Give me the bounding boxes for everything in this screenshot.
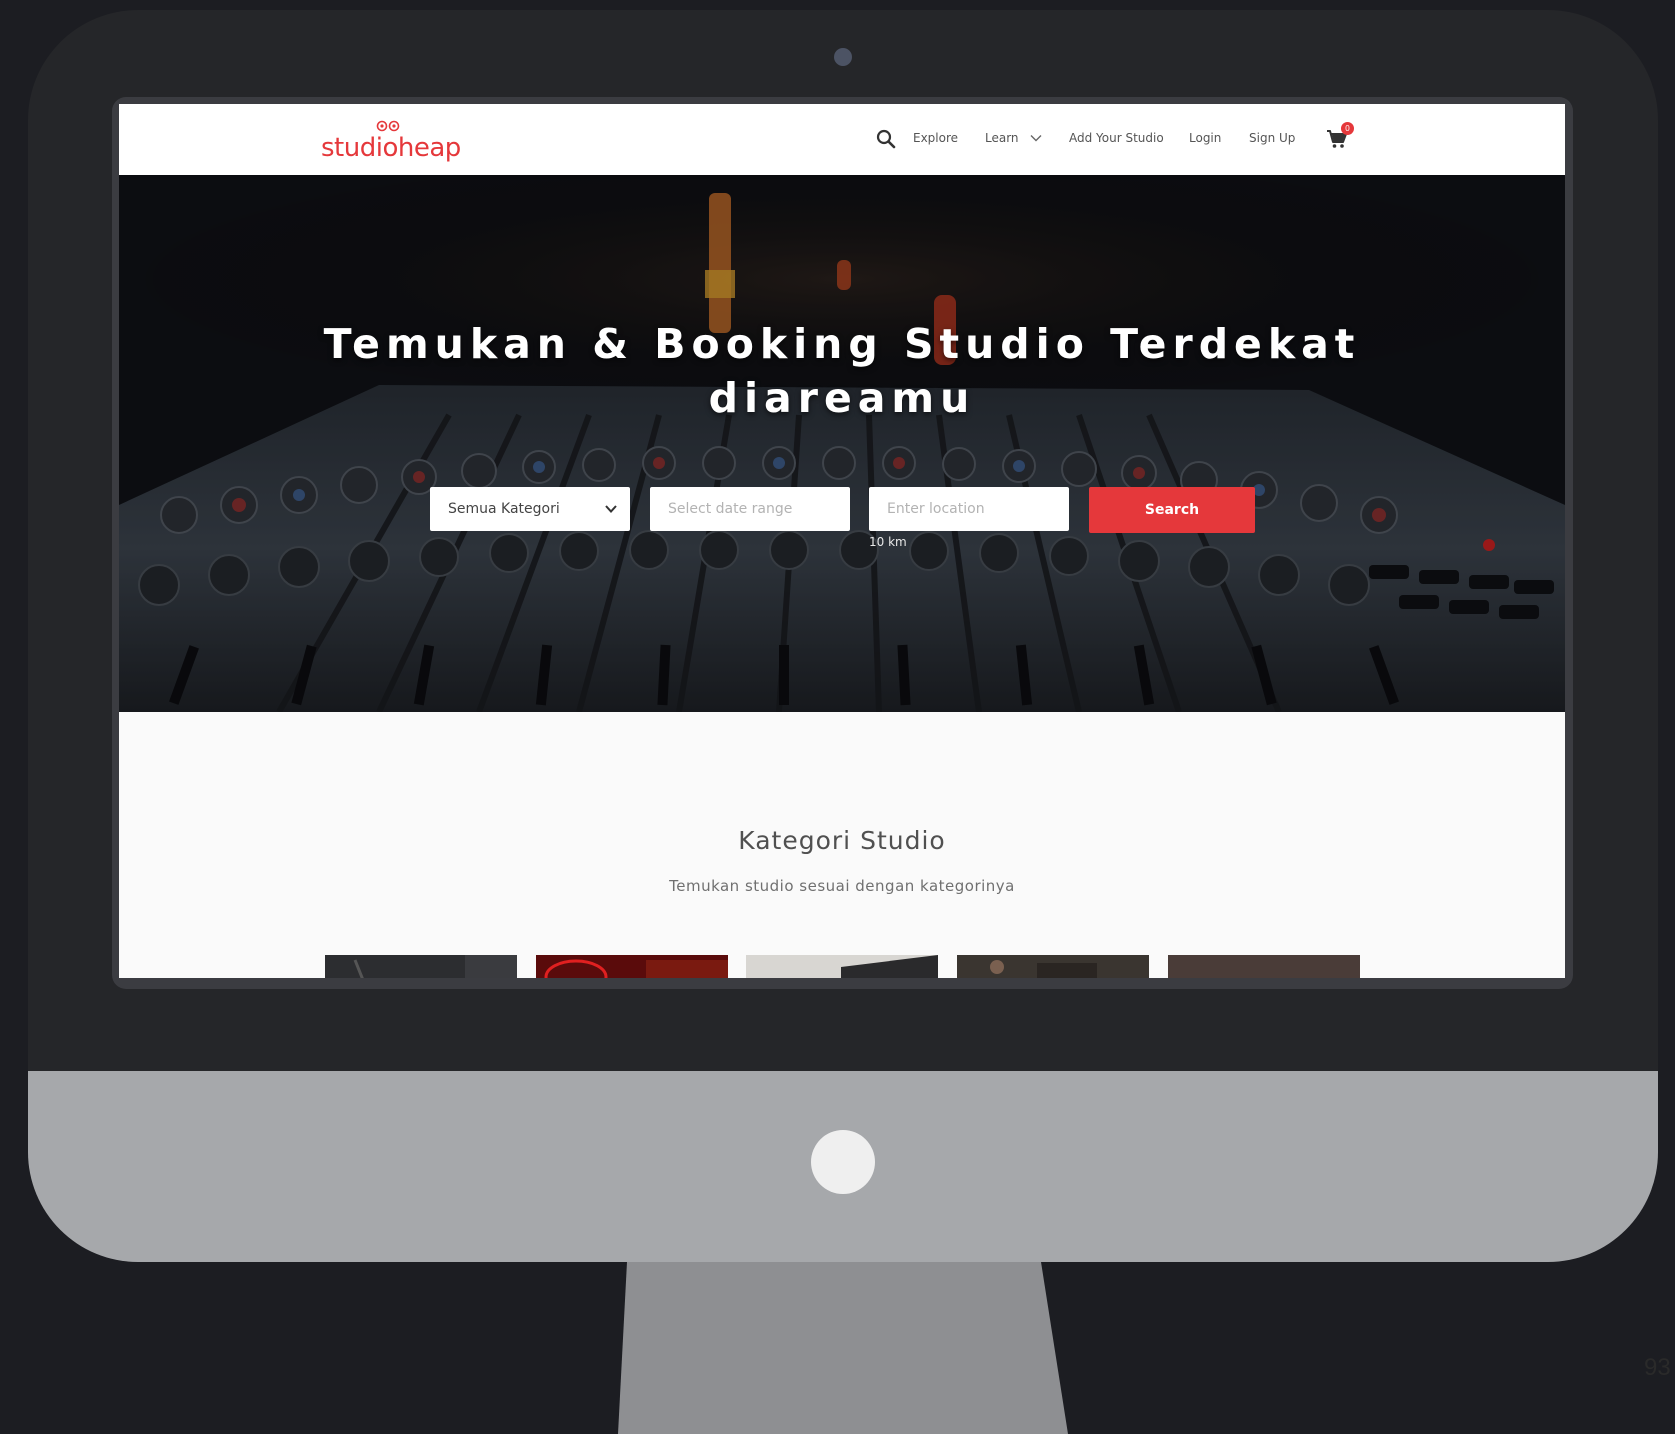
category-card[interactable] [957,955,1149,978]
search-button[interactable]: Search [1089,487,1255,533]
hero-title-line1: Temukan & Booking Studio Terdekat [323,320,1361,368]
nav-login[interactable]: Login [1189,131,1221,145]
category-card[interactable] [1168,955,1360,978]
category-select[interactable]: Semua Kategori [430,487,630,531]
nav-sign-up[interactable]: Sign Up [1249,131,1295,145]
category-thumbnail-image [1168,955,1360,978]
logo-text: studioheap [321,133,461,163]
navbar: studioheap Explore Learn Add Your Studio… [119,104,1565,175]
monitor-stand [618,1262,1068,1434]
radius-label: 10 km [869,535,907,549]
date-range-input[interactable]: Select date range [650,487,850,531]
category-thumbnail-image [746,955,938,978]
chevron-down-icon[interactable] [1030,132,1042,144]
category-card[interactable] [746,955,938,978]
chevron-down-icon [605,505,617,513]
cart-badge: 0 [1341,122,1354,135]
location-input[interactable]: Enter location [869,487,1069,531]
category-thumbnail-image [957,955,1149,978]
camera-dot [834,48,852,66]
mixing-console-image [119,175,1565,712]
page-number: 93 [1644,1354,1671,1381]
hero-banner: Temukan & Booking Studio Terdekat diarea… [119,175,1565,712]
search-icon[interactable] [875,128,897,150]
nav-add-your-studio[interactable]: Add Your Studio [1069,131,1164,145]
hero-title: Temukan & Booking Studio Terdekat diarea… [242,317,1442,425]
logo-mark-icon [376,120,400,132]
website-screen: studioheap Explore Learn Add Your Studio… [119,104,1565,978]
category-card[interactable] [536,955,728,978]
category-section-subtitle: Temukan studio sesuai dengan kategorinya [669,877,1015,895]
category-card[interactable] [325,955,517,978]
monitor-button [811,1130,875,1194]
category-section-title: Kategori Studio [738,826,946,855]
category-thumbnail-image [536,955,728,978]
logo[interactable]: studioheap [321,116,461,166]
nav-learn[interactable]: Learn [985,131,1019,145]
category-select-value: Semua Kategori [448,501,560,517]
nav-explore[interactable]: Explore [913,131,958,145]
hero-title-line2: diareamu [708,374,976,422]
category-thumbnail-image [325,955,517,978]
